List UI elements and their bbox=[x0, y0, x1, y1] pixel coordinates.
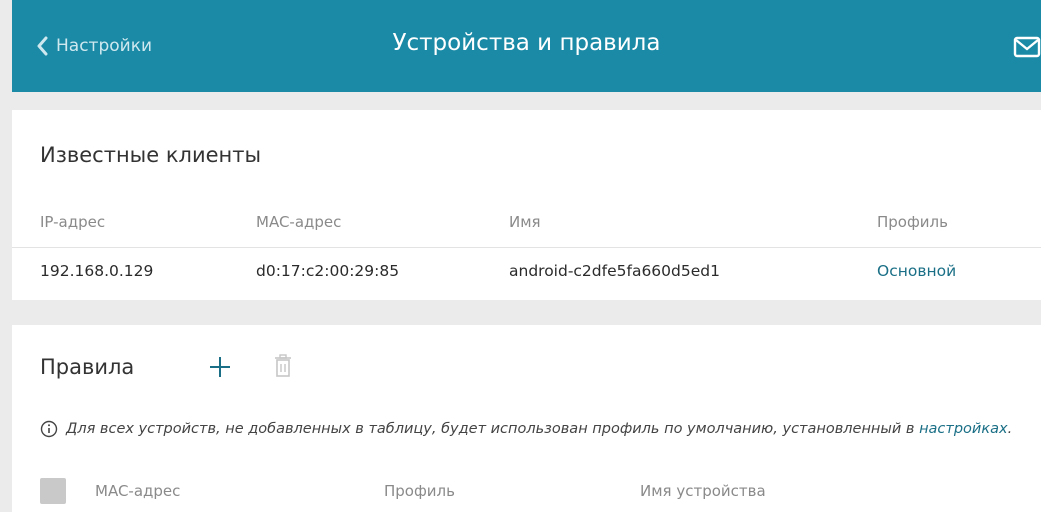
select-all-checkbox[interactable] bbox=[40, 478, 66, 504]
column-header-mac: MAC-адрес bbox=[256, 213, 342, 231]
column-header-ip: IP-адрес bbox=[40, 213, 106, 231]
trash-icon[interactable] bbox=[272, 354, 294, 378]
cell-ip: 192.168.0.129 bbox=[40, 262, 154, 280]
page-title: Устройства и правила bbox=[392, 30, 661, 56]
cell-name: android-c2dfe5fa660d5ed1 bbox=[509, 262, 720, 280]
top-bar: Настройки Устройства и правила bbox=[12, 0, 1041, 92]
settings-link[interactable]: настройках bbox=[919, 421, 1008, 437]
column-header-rule-profile: Профиль bbox=[384, 482, 455, 500]
column-header-rule-mac: MAC-адрес bbox=[95, 482, 181, 500]
column-header-device-name: Имя устройства bbox=[640, 482, 766, 500]
plus-icon[interactable] bbox=[209, 355, 231, 379]
column-header-profile: Профиль bbox=[877, 213, 948, 231]
table-divider bbox=[12, 247, 1041, 248]
info-text: Для всех устройств, не добавленных в таб… bbox=[66, 421, 920, 437]
info-note: Для всех устройств, не добавленных в таб… bbox=[40, 420, 1012, 438]
info-text-end: . bbox=[1007, 421, 1013, 437]
column-header-name: Имя bbox=[509, 213, 541, 231]
cell-profile-link[interactable]: Основной bbox=[877, 262, 956, 280]
known-clients-title: Известные клиенты bbox=[40, 143, 262, 167]
rules-title: Правила bbox=[40, 355, 135, 379]
mail-icon[interactable] bbox=[1013, 36, 1041, 58]
rules-panel: Правила Для всех устройств, не добавленн… bbox=[12, 325, 1041, 512]
info-icon bbox=[40, 420, 58, 438]
known-clients-panel: Известные клиенты IP-адрес MAC-адрес Имя… bbox=[12, 110, 1041, 300]
cell-mac: d0:17:c2:00:29:85 bbox=[256, 262, 400, 280]
